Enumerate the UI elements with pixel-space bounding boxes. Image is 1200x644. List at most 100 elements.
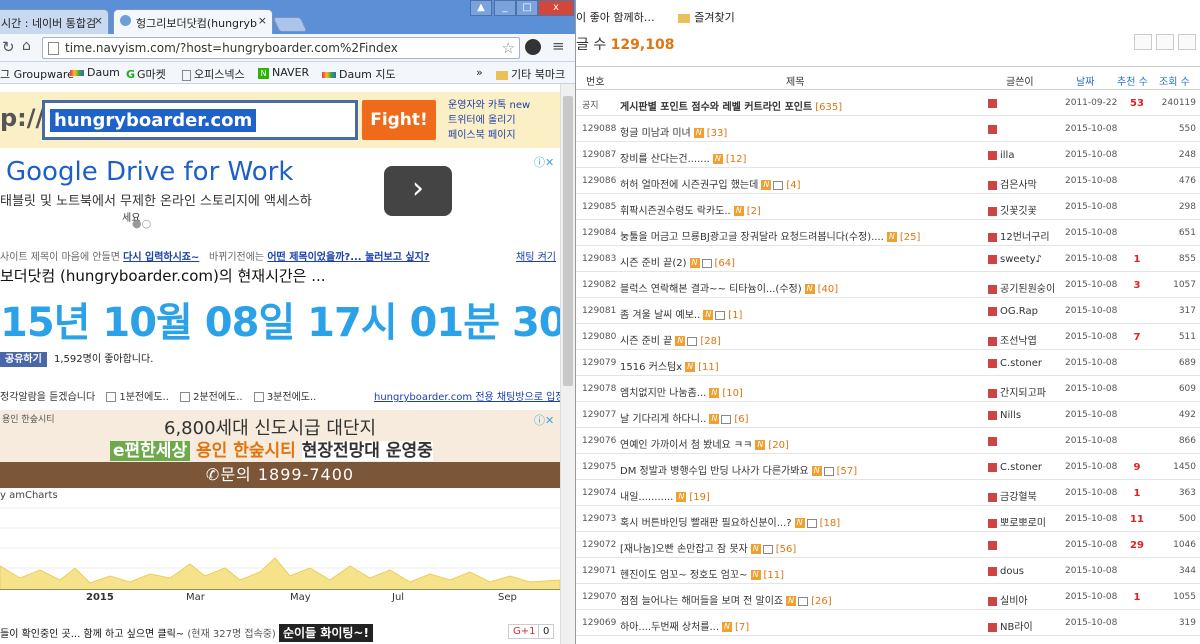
bookmark-daum[interactable]: Daum [70, 66, 120, 79]
table-row[interactable]: 129086 허허 얼마전에 시즌권구입 했는데 N [4] 검은사막 2015-10-0… [576, 168, 1200, 194]
bookmark-groupware[interactable]: 그 Groupware [0, 66, 74, 82]
table-row[interactable]: 129083 시즌 준비 끝(2) N [64] sweety♪ 2015-10-08 1 8… [576, 246, 1200, 272]
reenter-link[interactable]: 다시 입력하시죠~ [123, 252, 199, 263]
post-author[interactable]: 금강혈북 [988, 488, 1066, 503]
table-row[interactable]: 129076 연예인 가까이서 첨 봤네요 ㅋㅋ N [20] 2015-10-08 86… [576, 428, 1200, 454]
comment-count[interactable]: [10] [722, 388, 743, 399]
post-title-text[interactable]: 점점 늘어나는 해머들을 보며 전 말이죠 [620, 596, 783, 607]
post-author[interactable]: Nills [988, 410, 1066, 421]
post-author[interactable] [988, 124, 1066, 135]
comment-count[interactable]: [6] [734, 414, 748, 425]
author-name[interactable]: 간지되고파 [1000, 388, 1046, 399]
author-name[interactable]: 공기된원숭이 [1000, 284, 1055, 295]
new-tab-button[interactable] [272, 17, 308, 32]
post-author[interactable] [988, 98, 1066, 109]
alarm-1min-checkbox[interactable] [106, 392, 117, 402]
post-title-text[interactable]: [재나눔]오빤 손만잡고 잠 못자 [620, 544, 748, 555]
post-title[interactable]: 허허 얼마전에 시즌권구입 했는데 N [4] [620, 176, 960, 191]
author-name[interactable]: 검은사막 [1000, 180, 1037, 191]
bookmark-item[interactable]: 이 좋아 함께하… [576, 11, 655, 24]
fight-button[interactable]: Fight! [362, 100, 436, 140]
chat-toggle-link[interactable]: 채팅 켜기 [516, 248, 556, 263]
comment-count[interactable]: [26] [811, 596, 832, 607]
post-title[interactable]: [재나눔]오빤 손만잡고 잠 못자 N [56] [620, 540, 960, 555]
gplus-button[interactable]: G+1 [508, 624, 541, 639]
post-author[interactable]: 12번너구리 [988, 228, 1066, 243]
table-row[interactable]: 129078 엠치없지만 나눔좀... N [10] 간지되고파 2015-10-08 60… [576, 376, 1200, 402]
table-row[interactable]: 129085 휘팍시즌권수령도 락카도.. N [2] 깃꽃깃꽃 2015-10-08 29… [576, 194, 1200, 220]
table-row[interactable]: 129077 날 기다리게 하다니.. N [6] Nills 2015-10-08 492 [576, 402, 1200, 428]
post-title-text[interactable]: 휘팍시즌권수령도 락카도.. [620, 206, 731, 217]
bookmarks-overflow-icon[interactable]: » [476, 66, 483, 79]
col-date[interactable]: 날짜 [1076, 73, 1094, 88]
post-author[interactable]: illa [988, 150, 1066, 161]
comment-count[interactable]: [57] [837, 466, 858, 477]
close-icon[interactable]: × [258, 14, 267, 27]
author-name[interactable]: C.stoner [1000, 462, 1042, 473]
author-name[interactable]: Nills [1000, 410, 1021, 421]
comment-count[interactable]: [28] [700, 336, 721, 347]
post-title[interactable]: 혹시 버튼바인딩 빨래판 필요하신분이...? N [18] [620, 514, 960, 529]
post-title[interactable]: 시즌 준비 끝 N [28] [620, 332, 960, 347]
comment-count[interactable]: [635] [815, 102, 842, 113]
visitors-line[interactable]: 들이 확인중인 곳... 함께 하고 싶으면 클릭~ (현재 327명 접속중)… [0, 624, 373, 642]
post-title-text[interactable]: 장비를 산다는건....... [620, 154, 710, 165]
comment-count[interactable]: [33] [707, 128, 728, 139]
post-author[interactable]: 깃꽃깃꽃 [988, 202, 1066, 217]
twitter-link[interactable]: 트위터에 올리기 [448, 113, 530, 128]
post-title[interactable]: 날 기다리게 하다니.. N [6] [620, 410, 960, 425]
post-title[interactable]: 눙툴을 머금고 므룡BJ광고글 장궈달라 요청드려봅니다(수정).... N [25… [620, 228, 960, 243]
reload-icon[interactable]: ↻ [2, 38, 15, 56]
author-name[interactable]: 뽀로뽀로미 [1000, 518, 1046, 529]
col-views[interactable]: 조회 수 [1159, 73, 1190, 88]
table-row[interactable]: 129079 1516 커스텀x N [11] C.stoner 2015-10-08 68… [576, 350, 1200, 376]
chatroom-link[interactable]: hungryboarder.com 전용 채팅방으로 입장 [374, 388, 560, 403]
post-title[interactable]: DM 정발과 병행수입 반딩 나사가 다른가봐요 N [57] [620, 462, 960, 477]
post-title[interactable]: 점점 늘어나는 해머들을 보며 전 말이죠 N [26] [620, 592, 960, 607]
author-name[interactable]: OG.Rap [1000, 306, 1038, 317]
table-row[interactable]: 129070 점점 늘어나는 해머들을 보며 전 말이죠 N [26] 실비아 2015-… [576, 584, 1200, 610]
alarm-3min-checkbox[interactable] [253, 392, 264, 402]
scroll-thumb[interactable] [563, 96, 573, 386]
author-name[interactable]: sweety♪ [1000, 254, 1042, 265]
author-name[interactable]: NB라이 [1000, 622, 1033, 633]
author-name[interactable]: C.stoner [1000, 358, 1042, 369]
post-title[interactable]: 장비를 산다는건....... N [12] [620, 150, 960, 165]
comment-count[interactable]: [2] [747, 206, 761, 217]
old-title-link[interactable]: 어떤 제목이었을까?... 눌러보고 싶지? [267, 252, 429, 263]
table-row[interactable]: 129071 헨진이도 엄꼬~ 정호도 엄꼬~ N [11] dous 2015-10-0… [576, 558, 1200, 584]
close-window-button[interactable]: x [538, 0, 574, 16]
post-title[interactable]: 게시판별 포인트 점수와 레벨 커트라인 포인트 [635] [620, 98, 960, 113]
close-icon[interactable]: × [94, 14, 103, 27]
bookmark-daum-map[interactable]: Daum 지도 [322, 66, 396, 82]
ad-info-icon[interactable]: ⓘ✕ [534, 154, 554, 170]
comment-count[interactable]: [7] [735, 622, 749, 633]
comment-count[interactable]: [20] [768, 440, 789, 451]
tab-hungryboarder[interactable]: 헝그리보더닷컴(hungryb × [113, 9, 273, 34]
post-title-text[interactable]: 눙툴을 머금고 므룡BJ광고글 장궈달라 요청드려봅니다(수정).... [620, 232, 884, 243]
post-title-text[interactable]: 연예인 가까이서 첨 봤네요 ㅋㅋ [620, 440, 752, 451]
post-title[interactable]: 좀 겨울 날씨 예보.. N [1] [620, 306, 960, 321]
ad-next-button[interactable]: › [384, 166, 452, 216]
post-title-text[interactable]: 시즌 준비 끝(2) [620, 258, 687, 269]
comment-count[interactable]: [18] [820, 518, 841, 529]
facebook-link[interactable]: 페이스북 페이지 [448, 128, 530, 143]
post-title-text[interactable]: 블럭스 연락해본 결과~~ 티타늄이...(수정) [620, 284, 802, 295]
post-title[interactable]: 헝글 미남과 미녀 N [33] [620, 124, 960, 139]
table-row[interactable]: 129084 눙툴을 머금고 므룡BJ광고글 장궈달라 요청드려봅니다(수정)..… [576, 220, 1200, 246]
post-author[interactable]: dous [988, 566, 1066, 577]
post-title[interactable]: 하아....두번째 상처를... N [7] [620, 618, 960, 633]
post-author[interactable]: sweety♪ [988, 254, 1066, 265]
post-title-text[interactable]: 날 기다리게 하다니.. [620, 414, 706, 425]
author-name[interactable]: 실비아 [1000, 596, 1028, 607]
post-title-text[interactable]: 하아....두번째 상처를... [620, 622, 719, 633]
bookmark-naver[interactable]: N NAVER [258, 66, 309, 79]
profile-button[interactable]: ▲ [470, 0, 492, 16]
post-author[interactable]: 검은사막 [988, 176, 1066, 191]
post-title[interactable]: 엠치없지만 나눔좀... N [10] [620, 384, 960, 399]
minimize-button[interactable]: _ [494, 0, 516, 16]
table-row[interactable]: 129081 좀 겨울 날씨 예보.. N [1] OG.Rap 2015-10-08 31… [576, 298, 1200, 324]
table-row[interactable]: 129073 혹시 버튼바인딩 빨래판 필요하신분이...? N [18] 뽀로뽀로미 2… [576, 506, 1200, 532]
post-author[interactable]: 간지되고파 [988, 384, 1066, 399]
share-button[interactable]: 공유하기 [0, 352, 47, 367]
